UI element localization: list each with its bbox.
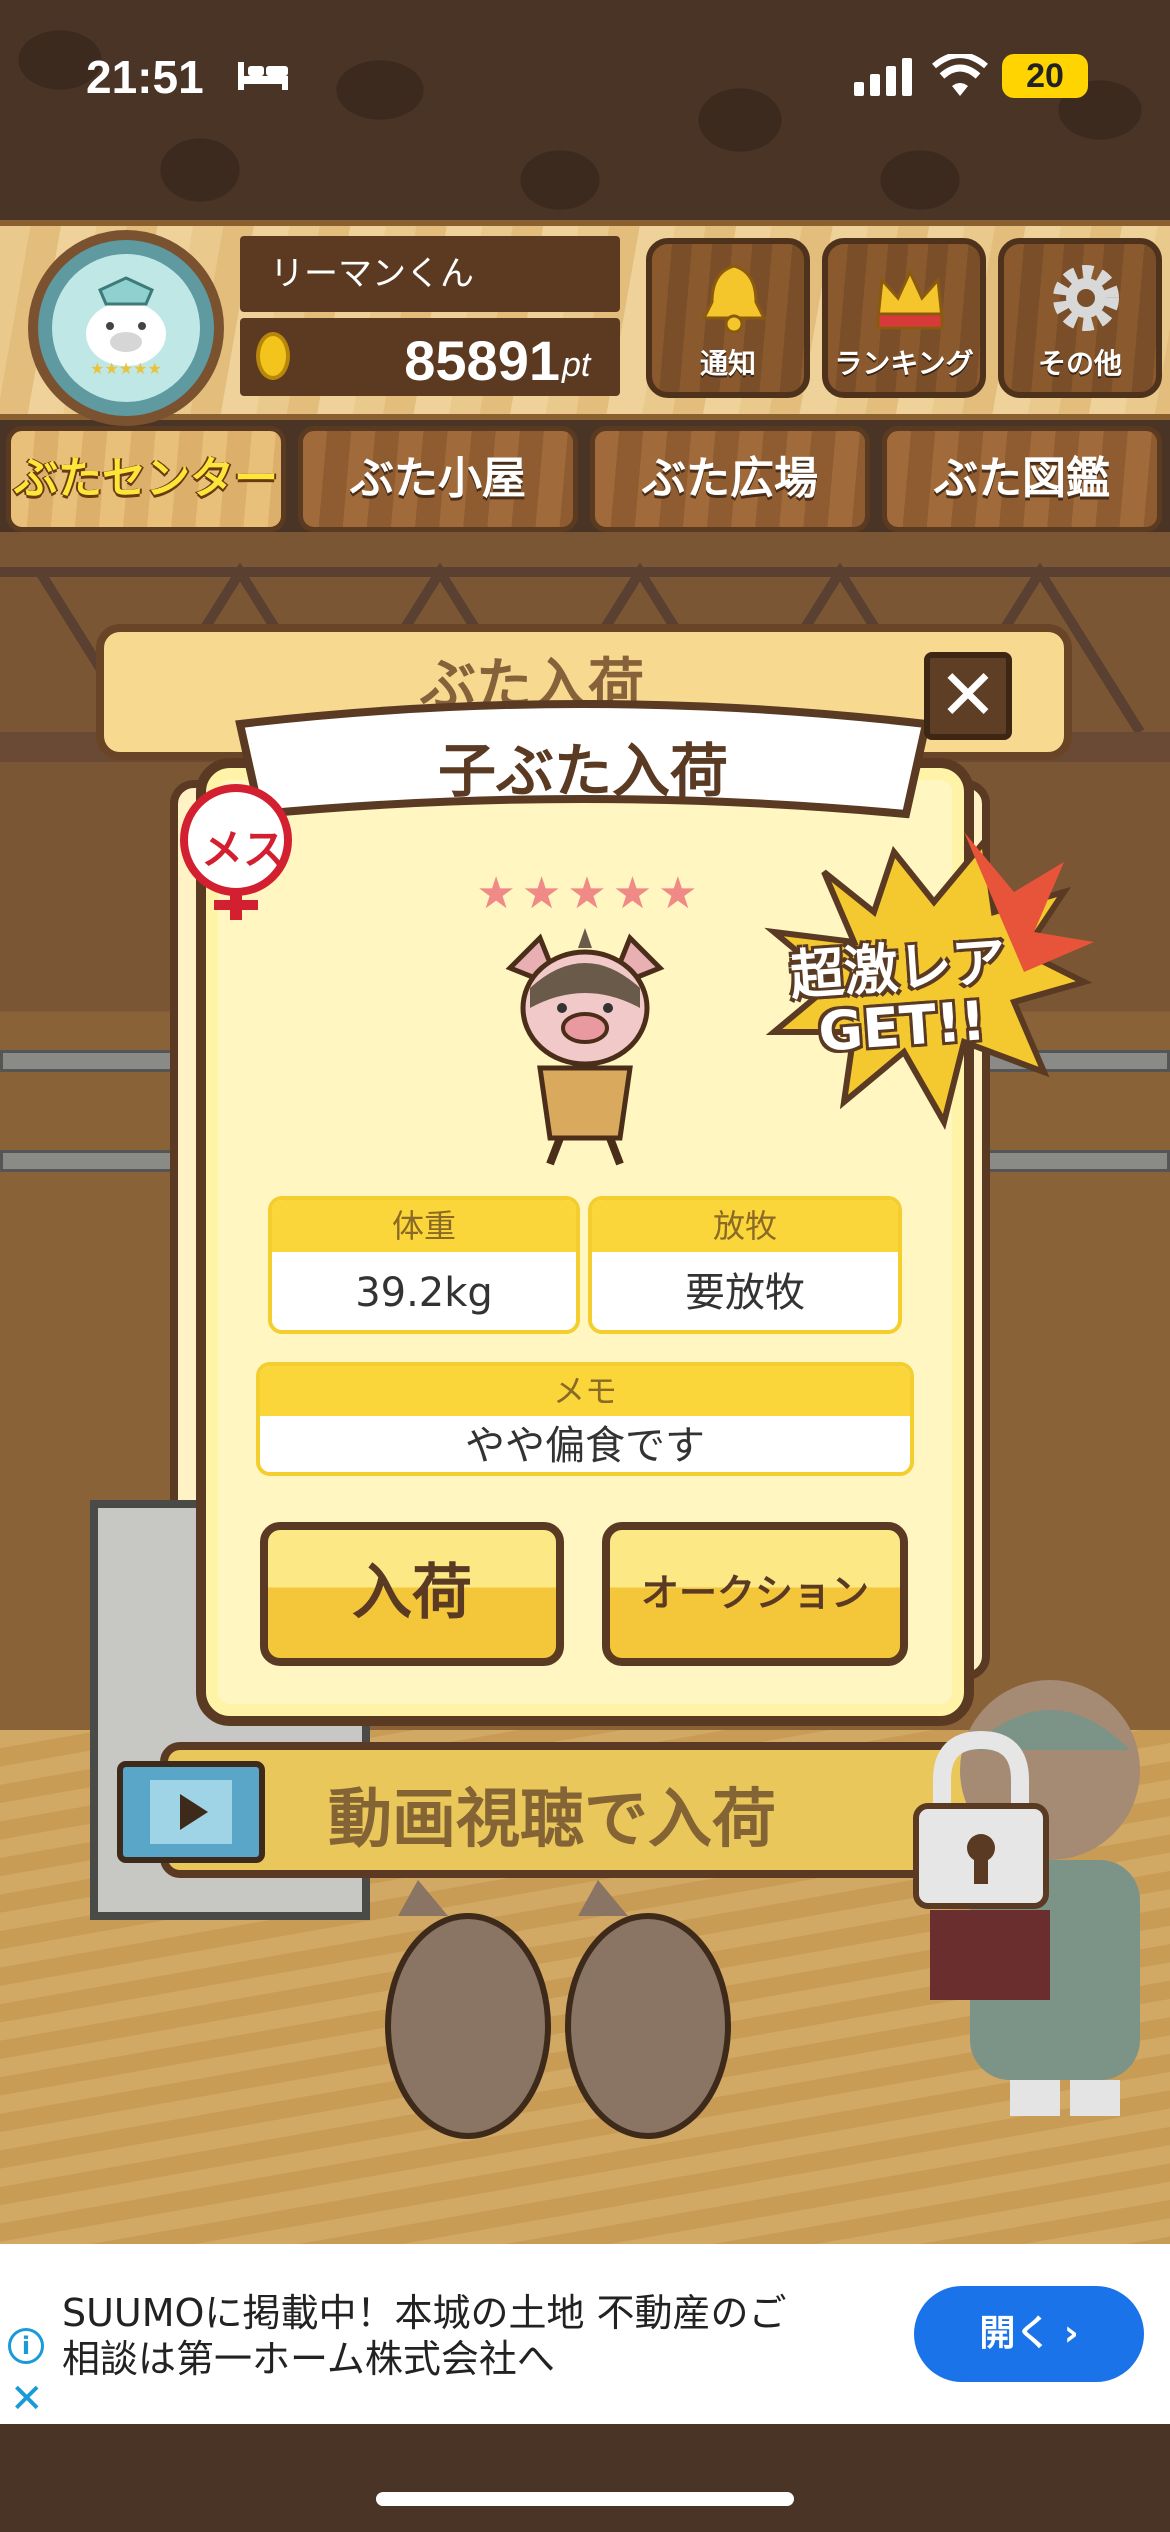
battery-indicator: 20 xyxy=(1002,54,1088,98)
tab-buta-encyclopedia[interactable]: ぶた図鑑 xyxy=(882,426,1162,532)
weight-field: 体重 39.2kg xyxy=(268,1196,580,1334)
crown-icon xyxy=(876,268,944,330)
points-unit: pt xyxy=(562,346,591,384)
tab-buta-hut[interactable]: ぶた小屋 xyxy=(298,426,578,532)
svg-text:★★★★★: ★★★★★ xyxy=(90,359,162,378)
rarity-stars: ★★★★★ xyxy=(476,868,704,919)
auction-button[interactable]: オークション xyxy=(602,1522,908,1666)
clock: 21:51 xyxy=(86,51,204,103)
pigs-back-view xyxy=(385,1880,731,2139)
status-bar xyxy=(0,0,1170,220)
memo-label: メモ xyxy=(260,1366,910,1416)
tab-buta-plaza[interactable]: ぶた広場 xyxy=(590,426,870,532)
dialog-title: 子ぶた入荷 xyxy=(437,737,728,805)
weight-value: 39.2kg xyxy=(355,1270,493,1316)
lock-icon xyxy=(913,1730,1049,1909)
notification-label: 通知 xyxy=(699,347,756,380)
tab-buta-center[interactable]: ぶたセンター xyxy=(6,426,286,532)
bell-icon xyxy=(701,264,767,334)
film-icon xyxy=(117,1761,265,1863)
pig-face-icon: ★★★★★ xyxy=(86,276,166,378)
close-button[interactable]: ✕ xyxy=(924,652,1012,740)
gear-icon xyxy=(1053,265,1119,331)
signal-icon xyxy=(854,58,912,96)
ad-close-icon[interactable]: ✕ xyxy=(10,2376,44,2422)
gender-label: メス xyxy=(200,825,285,874)
watch-video-label: 動画視聴で入荷 xyxy=(328,1783,776,1857)
ad-open-button[interactable]: 開く › xyxy=(914,2286,1144,2382)
super-rare-label: 超激レア GET!! xyxy=(788,929,1008,1064)
bottom-area xyxy=(0,2424,1170,2532)
points-value: 85891 xyxy=(404,329,560,392)
ranking-button[interactable]: ランキング xyxy=(822,238,986,398)
wifi-icon xyxy=(932,54,988,96)
memo-field: メモ やや偏食です xyxy=(256,1362,914,1476)
grazing-field: 放牧 要放牧 xyxy=(588,1196,902,1334)
samurai-pig-icon xyxy=(505,928,665,1166)
other-button[interactable]: その他 xyxy=(998,238,1162,398)
memo-value: やや偏食です xyxy=(465,1423,705,1469)
sleep-mode-icon xyxy=(238,62,288,90)
weight-label: 体重 xyxy=(272,1200,576,1252)
ranking-label: ランキング xyxy=(834,347,974,380)
notification-button[interactable]: 通知 xyxy=(646,238,810,398)
ad-text[interactable]: SUUMOに掲載中！本城の土地 不動産のご相談は第一ホーム株式会社へ xyxy=(62,2290,822,2382)
home-indicator[interactable] xyxy=(376,2492,794,2506)
user-name: リーマンくん xyxy=(240,236,620,312)
grazing-value: 要放牧 xyxy=(685,1270,805,1316)
arrive-button[interactable]: 入荷 xyxy=(260,1522,564,1666)
other-label: その他 xyxy=(1037,347,1122,380)
grazing-label: 放牧 xyxy=(592,1200,898,1252)
coin-icon xyxy=(256,332,290,380)
ad-info-icon[interactable]: i xyxy=(8,2328,44,2364)
